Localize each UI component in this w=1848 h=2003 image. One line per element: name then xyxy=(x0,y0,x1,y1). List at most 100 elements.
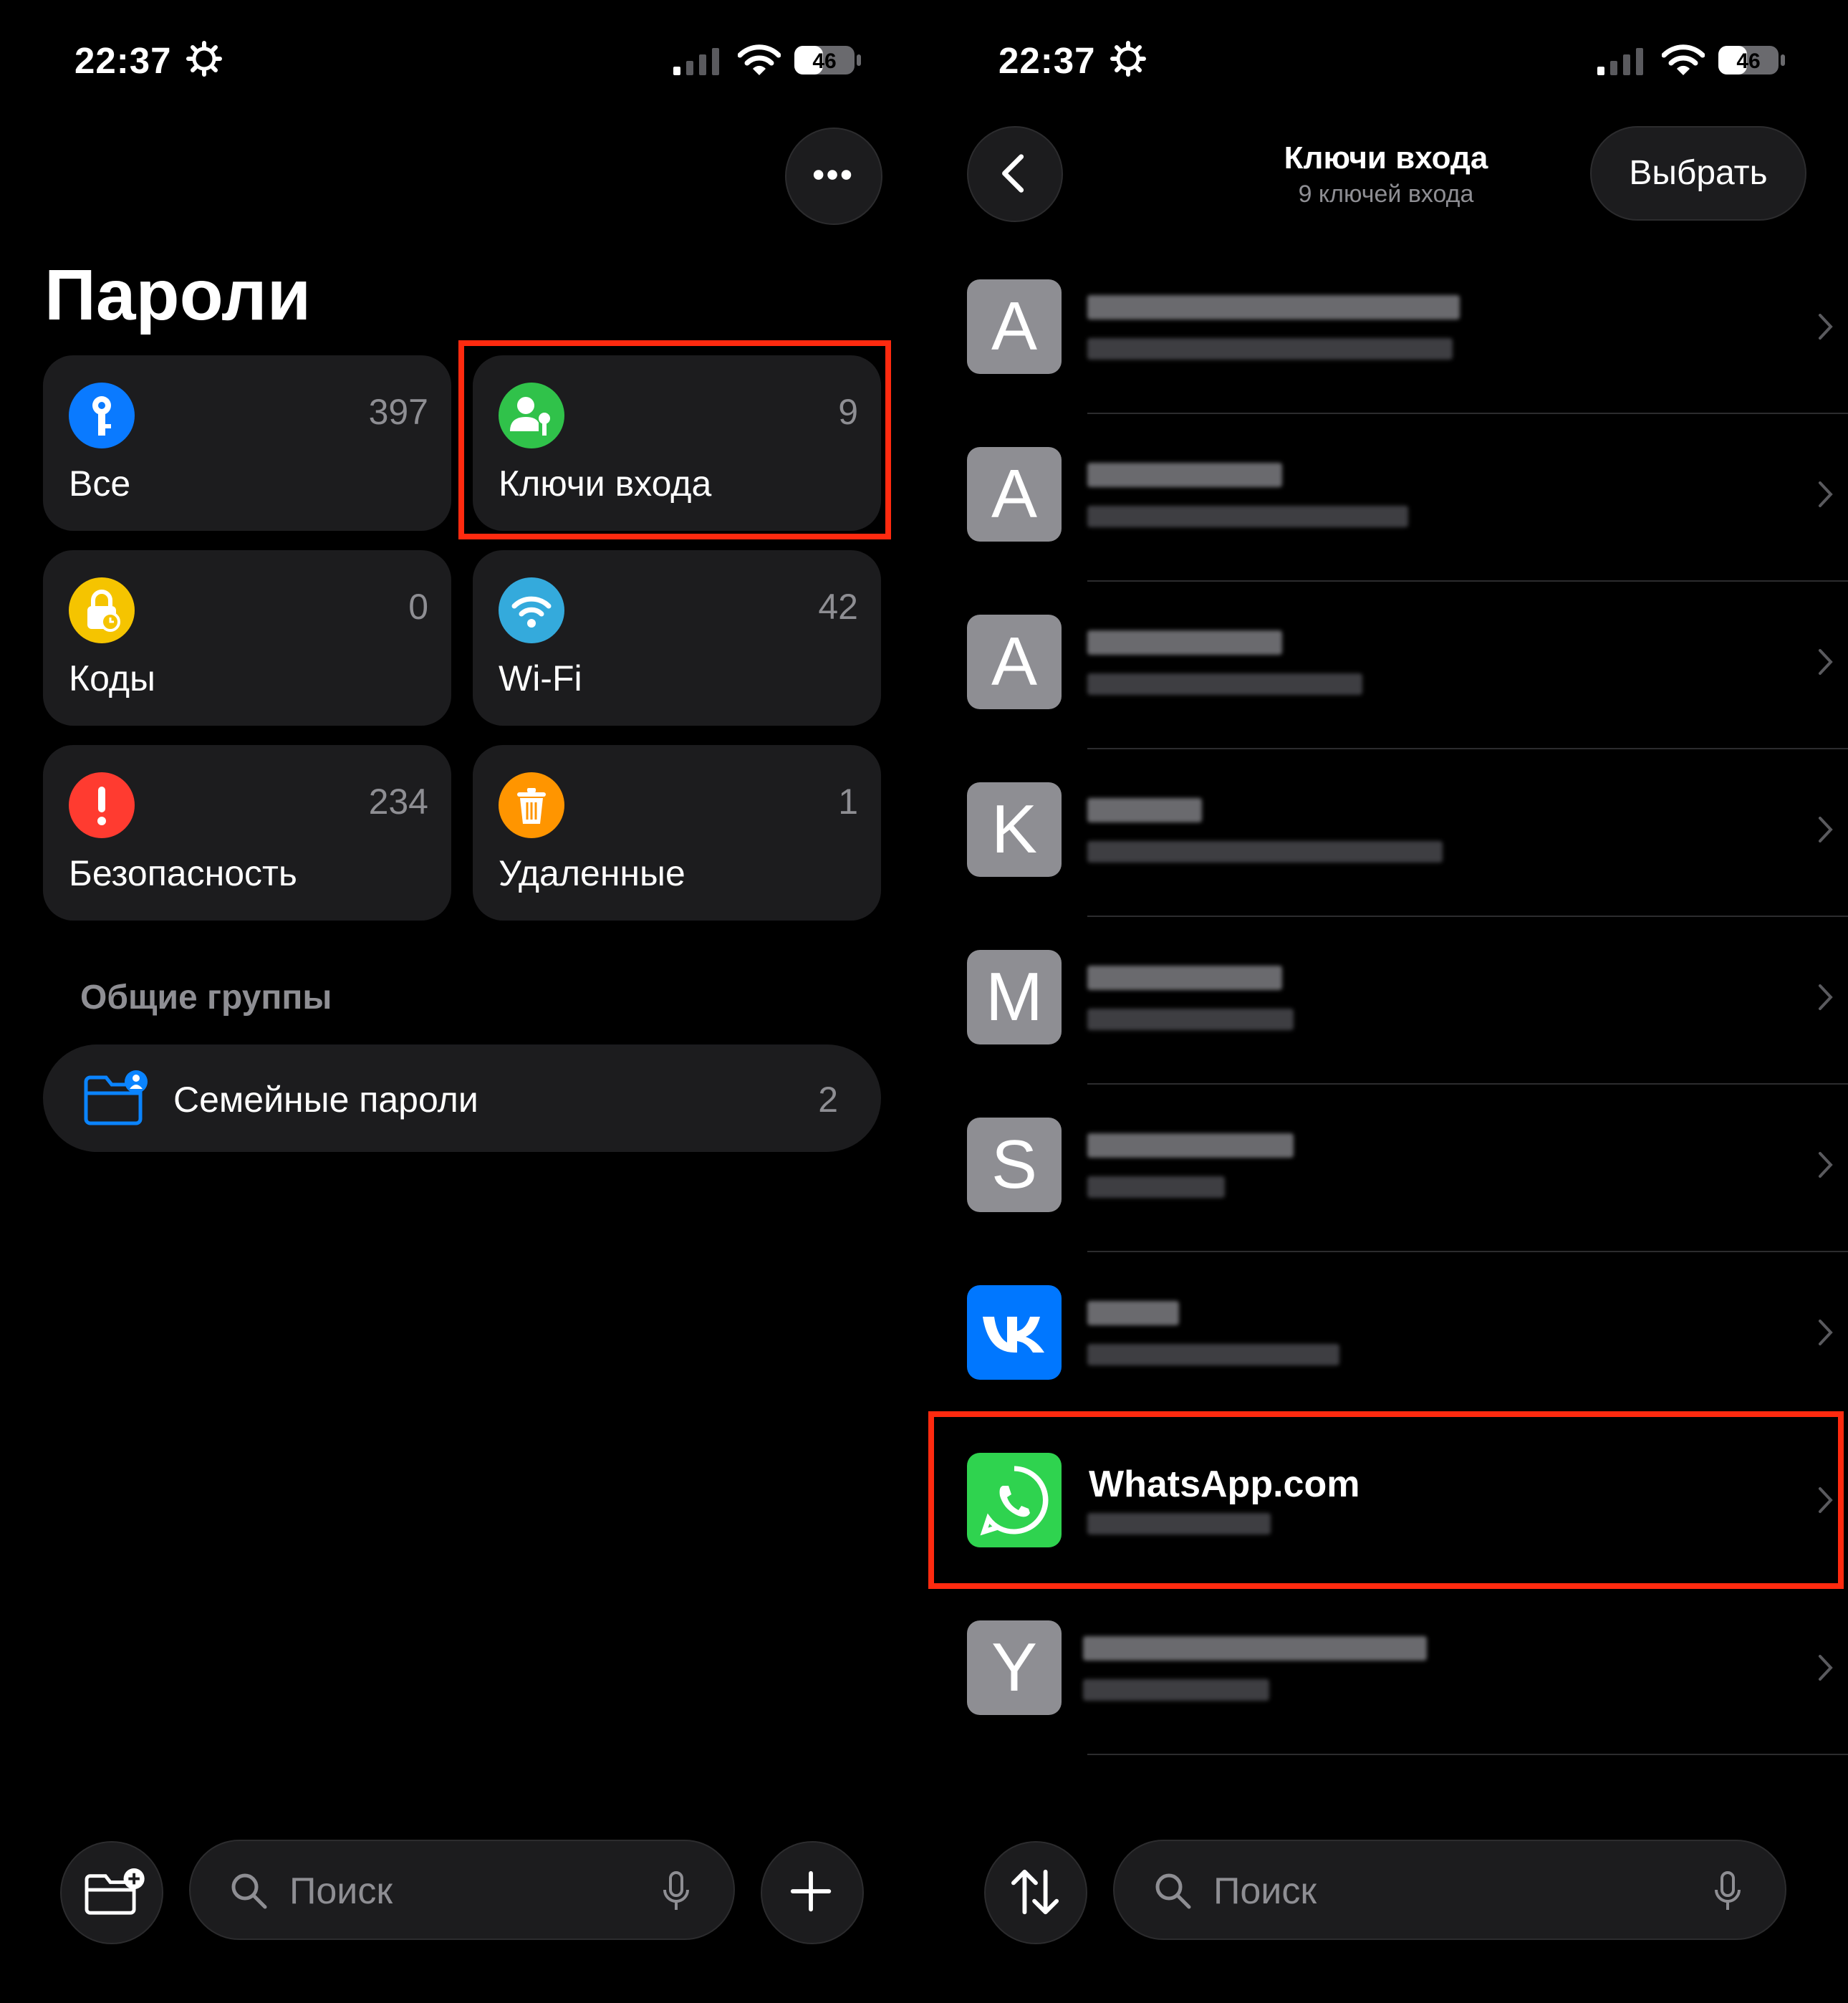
highlight-box-whatsapp xyxy=(928,1411,1844,1589)
search-placeholder: Поиск xyxy=(289,1870,393,1912)
search-bar[interactable]: Поиск xyxy=(1113,1840,1786,1940)
microphone-icon[interactable] xyxy=(662,1870,690,1913)
highlight-box-passkeys xyxy=(458,340,891,539)
chevron-right-icon xyxy=(1819,817,1833,842)
select-button[interactable]: Выбрать xyxy=(1590,126,1806,221)
tile-label: Все xyxy=(69,463,131,504)
divider xyxy=(1087,413,1848,414)
redacted-account xyxy=(1087,338,1453,360)
tile-count: 42 xyxy=(818,587,858,627)
list-item[interactable]: M xyxy=(967,950,1848,1118)
list-item[interactable]: Y xyxy=(967,1620,1848,1788)
battery-level: 46 xyxy=(1736,49,1760,73)
redacted-account xyxy=(1087,506,1408,527)
passkeys-screen: 22:37 46 Ключи входа 9 ключей входа Выбр… xyxy=(924,0,1848,2003)
divider xyxy=(1087,580,1848,582)
redacted-site xyxy=(1087,1301,1179,1325)
chevron-right-icon xyxy=(1819,481,1833,507)
cellular-signal-icon xyxy=(1597,48,1643,75)
tile-count: 1 xyxy=(838,782,858,822)
page-title: Пароли xyxy=(44,255,312,335)
status-bar: 22:37 46 xyxy=(0,39,924,90)
tile-label: Wi-Fi xyxy=(499,658,582,698)
redacted-account xyxy=(1087,841,1443,863)
ellipsis-icon xyxy=(813,170,852,180)
chevron-right-icon xyxy=(1819,1152,1833,1178)
tile-label: Коды xyxy=(69,658,155,698)
chevron-right-icon xyxy=(1819,314,1833,340)
letter-avatar: M xyxy=(967,950,1062,1044)
list-item[interactable]: A xyxy=(967,447,1848,615)
redacted-site xyxy=(1087,295,1460,320)
redacted-account xyxy=(1087,1009,1294,1030)
redacted-site xyxy=(1087,798,1202,822)
list-item[interactable]: A xyxy=(967,615,1848,782)
search-placeholder: Поиск xyxy=(1213,1870,1317,1912)
divider xyxy=(1087,1251,1848,1252)
more-options-button[interactable] xyxy=(785,128,882,225)
tile-label: Безопасность xyxy=(69,853,297,893)
tile-all[interactable]: 397 Все xyxy=(43,355,451,531)
plus-icon xyxy=(790,1870,832,1912)
microphone-icon[interactable] xyxy=(1713,1870,1742,1913)
battery-icon: 46 xyxy=(1718,46,1785,75)
shared-group-count: 2 xyxy=(818,1080,838,1120)
letter-avatar: A xyxy=(967,279,1062,374)
exclamation-icon xyxy=(69,772,135,838)
tile-codes[interactable]: 0 Коды xyxy=(43,550,451,726)
wifi-status-icon xyxy=(1662,44,1705,75)
letter-avatar: A xyxy=(967,615,1062,709)
key-icon xyxy=(69,383,135,448)
letter-avatar: Y xyxy=(967,1620,1062,1715)
wifi-status-icon xyxy=(738,44,781,75)
settings-gear-icon xyxy=(1110,41,1146,77)
new-group-button[interactable] xyxy=(60,1841,163,1944)
letter-avatar: S xyxy=(967,1118,1062,1212)
search-icon xyxy=(231,1873,267,1909)
shared-group-family[interactable]: Семейные пароли 2 xyxy=(43,1044,881,1152)
letter-avatar: K xyxy=(967,782,1062,877)
redacted-account xyxy=(1087,1344,1339,1365)
list-item[interactable]: S xyxy=(967,1118,1848,1285)
battery-level: 46 xyxy=(812,49,836,73)
list-item[interactable]: K xyxy=(967,782,1848,950)
passwords-screen: 22:37 46 Пароли 397 Все 9 Ключи входа 0 … xyxy=(0,0,924,2003)
chevron-right-icon xyxy=(1819,984,1833,1010)
tile-deleted[interactable]: 1 Удаленные xyxy=(473,745,881,921)
cellular-signal-icon xyxy=(673,48,719,75)
tile-label: Удаленные xyxy=(499,853,685,893)
status-time: 22:37 xyxy=(998,40,1096,81)
tile-security[interactable]: 234 Безопасность xyxy=(43,745,451,921)
tile-count: 234 xyxy=(368,782,428,822)
redacted-account xyxy=(1087,1176,1225,1198)
status-bar: 22:37 46 xyxy=(924,39,1848,90)
status-time: 22:37 xyxy=(74,40,172,81)
shared-group-label: Семейные пароли xyxy=(173,1080,478,1120)
chevron-right-icon xyxy=(1819,1655,1833,1681)
redacted-account xyxy=(1087,673,1362,695)
chevron-right-icon xyxy=(1819,1320,1833,1345)
add-password-button[interactable] xyxy=(761,1841,864,1944)
letter-avatar: A xyxy=(967,447,1062,542)
battery-icon: 46 xyxy=(794,46,861,75)
redacted-site xyxy=(1087,463,1282,487)
list-item[interactable]: A xyxy=(967,279,1848,447)
shared-folder-icon xyxy=(84,1070,148,1125)
settings-gear-icon xyxy=(186,41,222,77)
tile-wifi[interactable]: 42 Wi-Fi xyxy=(473,550,881,726)
search-bar[interactable]: Поиск xyxy=(189,1840,735,1940)
divider xyxy=(1087,916,1848,917)
tile-count: 397 xyxy=(368,392,428,432)
trash-icon xyxy=(499,772,564,838)
redacted-site xyxy=(1087,966,1282,990)
sort-button[interactable] xyxy=(984,1841,1087,1944)
redacted-site xyxy=(1083,1636,1427,1661)
sort-arrows-icon xyxy=(1011,1869,1059,1915)
redacted-site xyxy=(1087,630,1282,655)
chevron-right-icon xyxy=(1819,649,1833,675)
shared-groups-header: Общие группы xyxy=(80,979,332,1017)
divider xyxy=(1087,748,1848,749)
tile-count: 0 xyxy=(408,587,428,627)
redacted-account xyxy=(1083,1679,1269,1701)
divider xyxy=(1087,1754,1848,1755)
